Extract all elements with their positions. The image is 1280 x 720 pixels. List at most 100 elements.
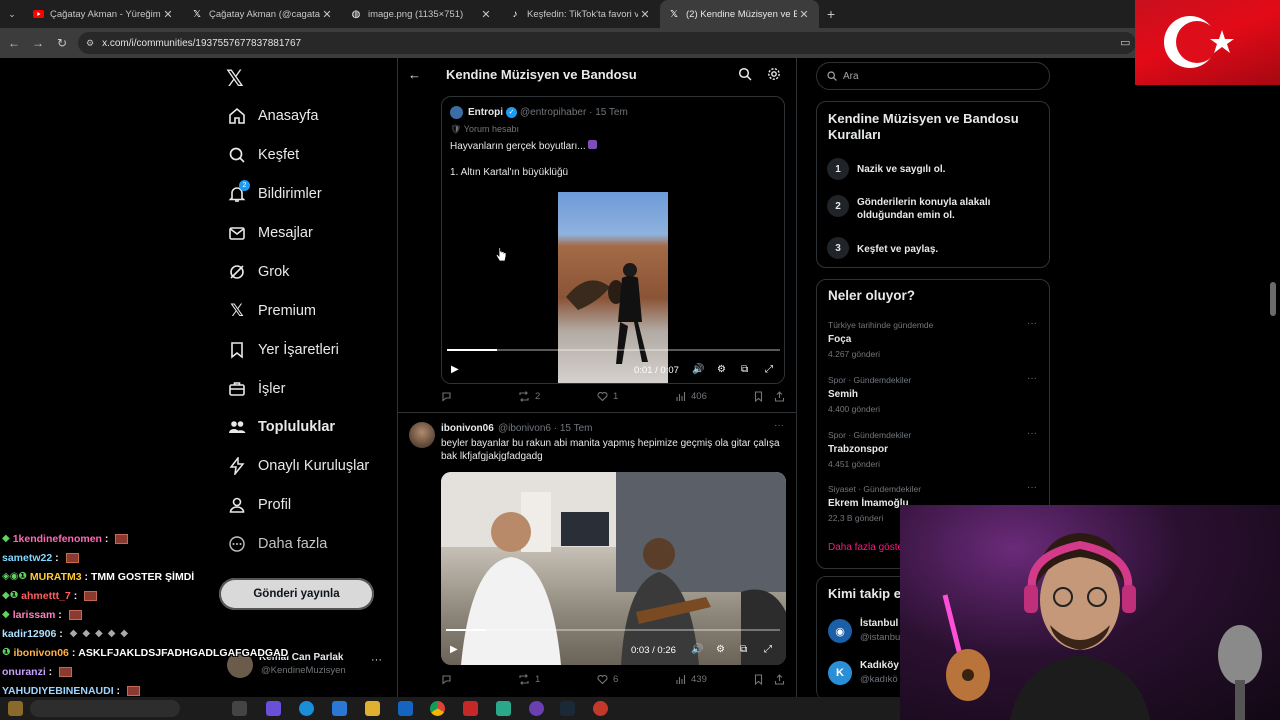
browser-tab[interactable]: Çağatay Akman - Yüreğim Davul ✕: [24, 0, 183, 28]
trend-item[interactable]: Spor · Gündemdekiler Trabzonspor 4.451 g…: [828, 428, 1043, 469]
nav-home[interactable]: Anasayfa: [226, 100, 318, 132]
nav-label: Grok: [258, 264, 290, 280]
back-icon[interactable]: ←: [2, 36, 26, 50]
close-tab-icon[interactable]: ✕: [479, 8, 493, 21]
settings-icon[interactable]: ⚙: [716, 644, 725, 655]
like-button[interactable]: 1: [597, 391, 618, 402]
close-tab-icon[interactable]: ✕: [161, 8, 175, 21]
play-icon[interactable]: ▶: [450, 644, 458, 655]
play-icon[interactable]: ▶: [451, 364, 459, 375]
nav-jobs[interactable]: İşler: [226, 373, 285, 405]
views-button[interactable]: 406: [675, 391, 707, 402]
reply-button[interactable]: [441, 674, 457, 685]
fullscreen-icon[interactable]: ⤢: [765, 364, 773, 375]
back-arrow-icon[interactable]: ←: [408, 67, 421, 82]
browser-tab-active[interactable]: 𝕏 (2) Kendine Müzisyen ve Bandosu ✕: [660, 0, 819, 28]
more-icon[interactable]: ···: [1027, 373, 1037, 384]
views-button[interactable]: 439: [675, 674, 707, 685]
more-icon[interactable]: ···: [774, 420, 784, 431]
share-button[interactable]: [774, 674, 790, 685]
video-player[interactable]: ▶ 0:03 / 0:26 🔊 ⚙ ⧉ ⤢: [441, 472, 786, 665]
avatar[interactable]: [409, 422, 435, 448]
forward-icon[interactable]: →: [26, 36, 50, 50]
gear-icon[interactable]: [767, 67, 781, 81]
bookmark-button[interactable]: [753, 674, 769, 685]
nav-notifications[interactable]: 2 Bildirimler: [226, 178, 322, 210]
x-icon: 𝕏: [192, 8, 202, 20]
hand-cursor-icon: [495, 247, 507, 262]
show-more-link[interactable]: Daha fazla göste: [828, 542, 903, 553]
nav-messages[interactable]: Mesajlar: [226, 217, 313, 249]
close-tab-icon[interactable]: ✕: [797, 8, 811, 21]
close-tab-icon[interactable]: ✕: [638, 8, 652, 21]
pip-icon[interactable]: ⧉: [740, 644, 747, 655]
new-tab-icon[interactable]: +: [819, 6, 843, 22]
task-view-icon[interactable]: [232, 701, 247, 716]
chrome-icon[interactable]: [430, 701, 445, 716]
obs-icon[interactable]: [593, 701, 608, 716]
video-player[interactable]: ▶ 0:01 / 0:07 🔊 ⚙ ⧉ ⤢: [442, 192, 784, 383]
volume-icon[interactable]: 🔊: [691, 644, 703, 655]
quoted-post[interactable]: Entropi ✓ @entropihaber · 15 Tem 🛡 Yorum…: [441, 96, 785, 384]
nav-profile[interactable]: Profil: [226, 489, 291, 521]
copilot-icon[interactable]: [266, 701, 281, 716]
video-progress-bar[interactable]: [446, 629, 780, 631]
browser-tab[interactable]: 𝕏 Çağatay Akman (@cagatayakman ✕: [183, 0, 342, 28]
rules-title: Kendine Müzisyen ve Bandosu Kuralları: [828, 111, 1019, 142]
reply-button[interactable]: [441, 391, 457, 402]
share-button[interactable]: [774, 391, 790, 402]
author-name[interactable]: ibonivon06: [441, 423, 494, 434]
tab-title: image.png (1135×751): [368, 8, 464, 20]
share-icon: [774, 674, 785, 685]
outlook-icon[interactable]: [398, 701, 413, 716]
close-tab-icon[interactable]: ✕: [320, 8, 334, 21]
app-icon[interactable]: [496, 701, 511, 716]
like-button[interactable]: 6: [597, 674, 618, 685]
fullscreen-icon[interactable]: ⤢: [764, 644, 772, 655]
tab-search-icon[interactable]: ⌄: [0, 0, 24, 28]
address-bar[interactable]: ⚙ x.com/i/communities/193755767783788176…: [78, 32, 1136, 54]
nav-more[interactable]: Daha fazla: [226, 528, 327, 560]
settings-icon[interactable]: ⚙: [717, 364, 726, 375]
chat-separator: :: [70, 589, 81, 602]
volume-icon[interactable]: 🔊: [692, 364, 704, 375]
cast-icon[interactable]: ▭: [1120, 36, 1130, 49]
reload-icon[interactable]: ↻: [50, 36, 74, 50]
steam-icon[interactable]: [560, 701, 575, 716]
nav-communities[interactable]: Topluluklar: [226, 411, 335, 443]
video-progress-bar[interactable]: [447, 349, 780, 351]
weather-icon[interactable]: [8, 701, 23, 716]
pip-icon[interactable]: ⧉: [741, 364, 748, 375]
browser-tab[interactable]: ◍ image.png (1135×751) ✕: [342, 0, 501, 28]
store-icon[interactable]: [332, 701, 347, 716]
nav-verified-orgs[interactable]: Onaylı Kuruluşlar: [226, 450, 369, 482]
nav-explore[interactable]: Keşfet: [226, 139, 299, 171]
search-input[interactable]: [843, 70, 1033, 82]
nav-grok[interactable]: Grok: [226, 256, 289, 288]
repost-button[interactable]: 1: [518, 674, 540, 685]
briefcase-icon: [226, 378, 248, 400]
more-icon[interactable]: ···: [1027, 428, 1037, 439]
voicemeeter-icon[interactable]: [463, 701, 478, 716]
page-scrollbar[interactable]: [1270, 282, 1276, 316]
nav-bookmarks[interactable]: Yer İşaretleri: [226, 334, 339, 366]
more-icon[interactable]: ···: [1027, 318, 1037, 329]
discord-icon[interactable]: [529, 701, 544, 716]
suggestion-name: İstanbul: [860, 618, 899, 629]
search-box[interactable]: [816, 62, 1050, 90]
trend-item[interactable]: Türkiye tarihinde gündemde Foça 4.267 gö…: [828, 318, 1043, 359]
x-logo-icon[interactable]: 𝕏: [226, 66, 244, 92]
more-icon[interactable]: ···: [1027, 482, 1037, 493]
taskbar-search[interactable]: [30, 700, 180, 717]
search-icon[interactable]: [738, 67, 752, 81]
browser-tab[interactable]: ♪ Keşfedin: TikTok'ta favori videoları ✕: [501, 0, 660, 28]
post-button[interactable]: Gönderi yayınla: [219, 578, 374, 610]
nav-premium[interactable]: 𝕏 Premium: [226, 295, 316, 327]
site-info-icon[interactable]: ⚙: [86, 38, 94, 49]
trend-item[interactable]: Spor · Gündemdekiler Semih 4.400 gönderi…: [828, 373, 1043, 414]
bookmark-button[interactable]: [753, 391, 769, 402]
more-icon[interactable]: ···: [371, 654, 382, 666]
repost-button[interactable]: 2: [518, 391, 540, 402]
folder-icon[interactable]: [365, 701, 380, 716]
edge-icon[interactable]: [299, 701, 314, 716]
